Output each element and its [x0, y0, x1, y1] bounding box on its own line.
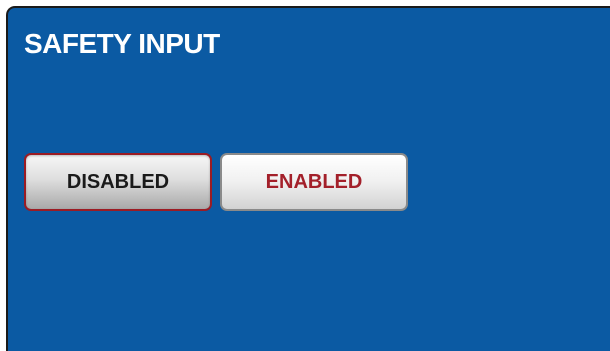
safety-input-panel: SAFETY INPUT DISABLED ENABLED: [6, 6, 610, 351]
disabled-button[interactable]: DISABLED: [24, 153, 212, 211]
panel-title: SAFETY INPUT: [24, 28, 220, 59]
enabled-button[interactable]: ENABLED: [220, 153, 408, 211]
